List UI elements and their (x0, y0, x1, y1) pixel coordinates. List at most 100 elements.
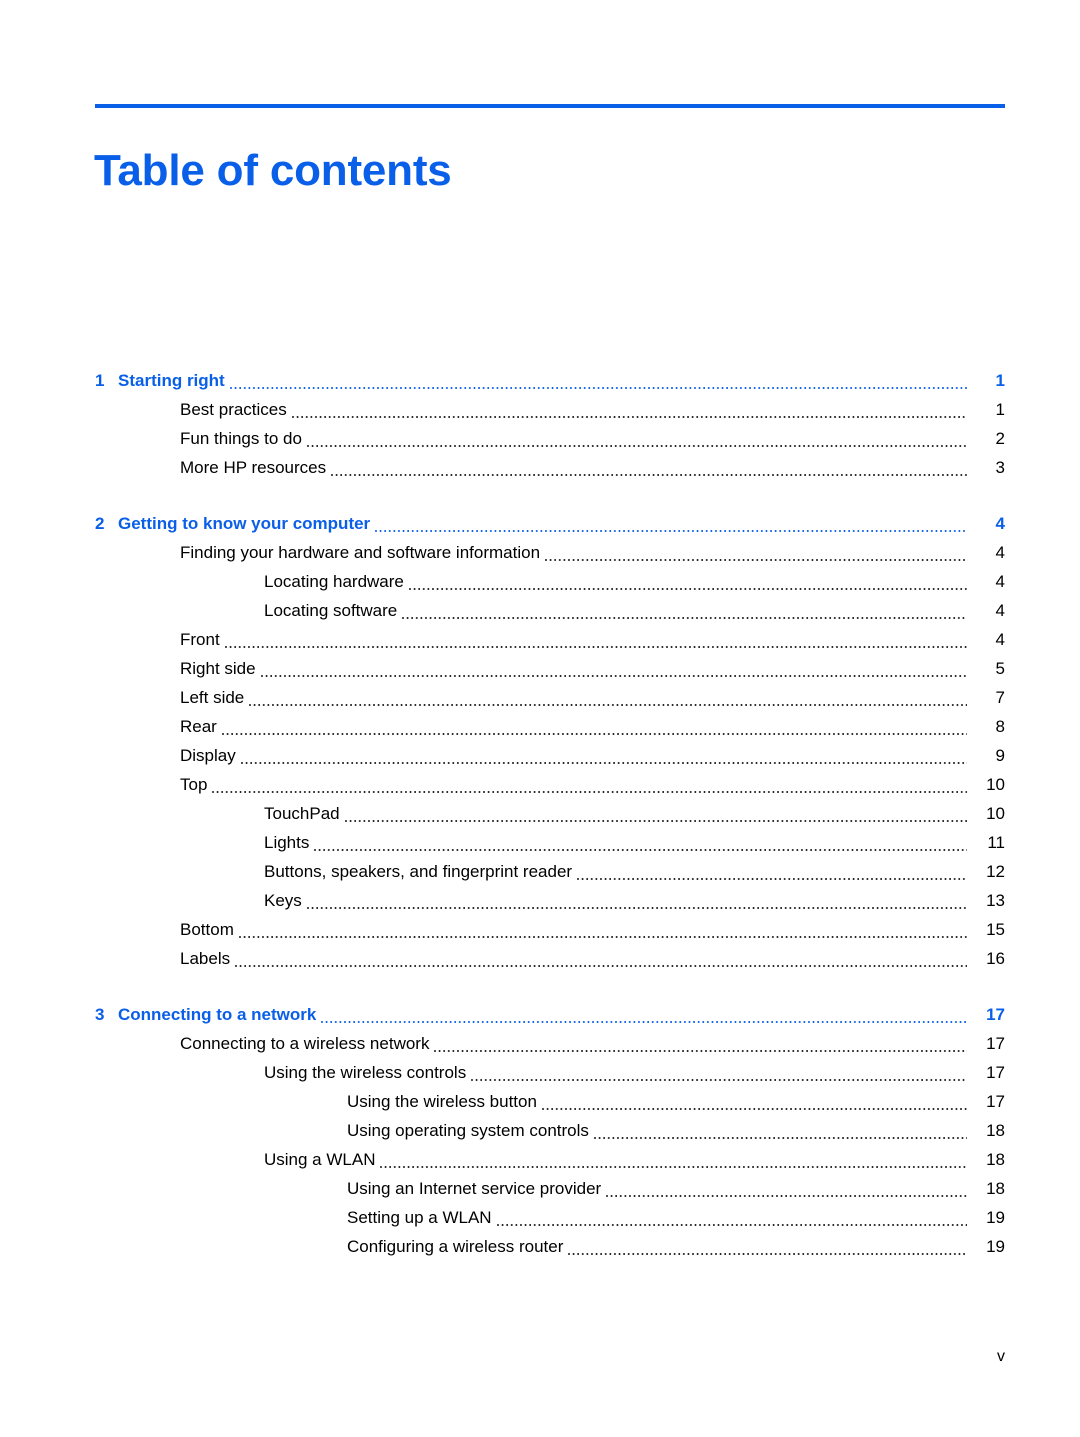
toc-page-number: 4 (995, 543, 1005, 562)
toc-entry-row[interactable]: Fun things to do 2 (0, 428, 1080, 457)
toc-entry-label: Connecting to a wireless network (180, 1034, 430, 1053)
toc-entry-row[interactable]: Left side 7 (0, 687, 1080, 716)
toc-entry-row[interactable]: Display 9 (0, 745, 1080, 774)
toc-dot-leader (496, 1212, 967, 1229)
toc-entry-row[interactable]: Using an Internet service provider 18 (0, 1178, 1080, 1207)
toc-entry-row[interactable]: Rear 8 (0, 716, 1080, 745)
toc-dot-leader (434, 1038, 967, 1055)
toc-entry-label: Labels (180, 949, 231, 968)
toc-dot-leader (577, 866, 967, 883)
page-title: Table of contents (94, 146, 452, 196)
toc-dot-leader (212, 779, 967, 796)
toc-entry-row[interactable]: Top 10 (0, 774, 1080, 803)
toc-dot-leader (221, 721, 967, 738)
toc-dot-leader (306, 433, 967, 450)
toc-page-number: 17 (986, 1005, 1005, 1024)
toc-dot-leader (593, 1125, 967, 1142)
toc-page-number: 1 (995, 400, 1005, 419)
toc-dot-leader (291, 404, 967, 421)
toc-chapter-number: 1 (95, 371, 105, 390)
toc-entry-label: Front (180, 630, 220, 649)
toc-entry-row[interactable]: More HP resources 3 (0, 457, 1080, 486)
toc-dot-leader (314, 837, 967, 854)
toc-entry-row[interactable]: Front 4 (0, 629, 1080, 658)
toc-entry-label: Locating hardware (264, 572, 404, 591)
toc-entry-label: Using the wireless controls (264, 1063, 467, 1082)
toc-page-number: 1 (995, 371, 1005, 390)
toc-page-number: 17 (986, 1092, 1005, 1111)
toc-dot-leader (229, 375, 967, 392)
toc-entry-row[interactable]: Configuring a wireless router 19 (0, 1236, 1080, 1265)
toc-entry-label: Getting to know your computer (118, 514, 371, 533)
toc-entry-row[interactable]: Bottom 15 (0, 919, 1080, 948)
toc-entry-row[interactable]: Keys 13 (0, 890, 1080, 919)
toc-page-number: 3 (995, 458, 1005, 477)
toc-entry-row[interactable]: Using the wireless controls 17 (0, 1062, 1080, 1091)
toc-entry-row[interactable]: Using a WLAN 18 (0, 1149, 1080, 1178)
toc-entry-label: Lights (264, 833, 310, 852)
toc-page-number: 19 (986, 1208, 1005, 1227)
toc-entry-row[interactable]: Using operating system controls 18 (0, 1120, 1080, 1149)
toc-entry-row[interactable]: TouchPad 10 (0, 803, 1080, 832)
toc-entry-row[interactable]: Setting up a WLAN 19 (0, 1207, 1080, 1236)
toc-dot-leader (331, 462, 967, 479)
toc-entry-row[interactable]: Right side 5 (0, 658, 1080, 687)
toc-entry-label: Using an Internet service provider (347, 1179, 602, 1198)
toc-page-number: 11 (987, 833, 1005, 852)
toc-entry-row[interactable]: Lights 11 (0, 832, 1080, 861)
toc-entry-label: Buttons, speakers, and fingerprint reade… (264, 862, 573, 881)
toc-dot-leader (380, 1154, 967, 1171)
title-rule (95, 104, 1005, 108)
toc-entry-label: Configuring a wireless router (347, 1237, 564, 1256)
toc-page-number: 5 (995, 659, 1005, 678)
toc-page-number: 9 (995, 746, 1005, 765)
toc-entry-label: Display (180, 746, 236, 765)
toc-dot-leader (545, 547, 967, 564)
toc-chapter-row[interactable]: 1 Starting right 1 (0, 370, 1080, 399)
toc-dot-leader (541, 1096, 967, 1113)
toc-chapter-row[interactable]: 3 Connecting to a network 17 (0, 1004, 1080, 1033)
toc-page-number: 7 (995, 688, 1005, 707)
toc-dot-leader (344, 808, 967, 825)
toc-entry-label: Right side (180, 659, 256, 678)
toc-entry-row[interactable]: Best practices 1 (0, 399, 1080, 428)
toc-page-number: 12 (986, 862, 1005, 881)
toc-entry-row[interactable]: Using the wireless button 17 (0, 1091, 1080, 1120)
toc-page-number: 18 (986, 1121, 1005, 1140)
toc-entry-label: Setting up a WLAN (347, 1208, 492, 1227)
toc-dot-leader (240, 750, 967, 767)
toc-entry-row[interactable]: Locating hardware 4 (0, 571, 1080, 600)
toc-dot-leader (471, 1067, 967, 1084)
toc-dot-leader (260, 663, 967, 680)
toc-entry-label: Using the wireless button (347, 1092, 537, 1111)
toc-entry-label: Best practices (180, 400, 287, 419)
toc-chapter-row[interactable]: 2 Getting to know your computer 4 (0, 513, 1080, 542)
toc-page-number: 18 (986, 1150, 1005, 1169)
toc-page-number: 17 (986, 1034, 1005, 1053)
toc-entry-label: Connecting to a network (118, 1005, 317, 1024)
toc-page-number: 10 (986, 804, 1005, 823)
toc-page-number: 18 (986, 1179, 1005, 1198)
toc-entry-label: Keys (264, 891, 302, 910)
toc-dot-leader (402, 605, 967, 622)
toc-entry-row[interactable]: Labels 16 (0, 948, 1080, 977)
toc-page-number: 15 (986, 920, 1005, 939)
toc-dot-leader (238, 924, 967, 941)
toc-chapter-number: 2 (95, 514, 105, 533)
toc-entry-label: Top (180, 775, 208, 794)
toc-page-number: 4 (995, 630, 1005, 649)
toc-entry-label: TouchPad (264, 804, 340, 823)
toc-dot-leader (606, 1183, 967, 1200)
toc-page-number: 4 (995, 572, 1005, 591)
toc-entry-row[interactable]: Connecting to a wireless network 17 (0, 1033, 1080, 1062)
toc-entry-row[interactable]: Locating software 4 (0, 600, 1080, 629)
document-page: Table of contents 1 Starting right 1 Best p… (0, 0, 1080, 1437)
toc-page-number: 16 (986, 949, 1005, 968)
toc-entry-row[interactable]: Buttons, speakers, and fingerprint reade… (0, 861, 1080, 890)
toc-dot-leader (235, 953, 967, 970)
toc-chapter-number: 3 (95, 1005, 105, 1024)
toc-entry-label: Finding your hardware and software infor… (180, 543, 541, 562)
toc-dot-leader (375, 518, 967, 535)
toc-entry-label: Locating software (264, 601, 398, 620)
toc-entry-row[interactable]: Finding your hardware and software infor… (0, 542, 1080, 571)
